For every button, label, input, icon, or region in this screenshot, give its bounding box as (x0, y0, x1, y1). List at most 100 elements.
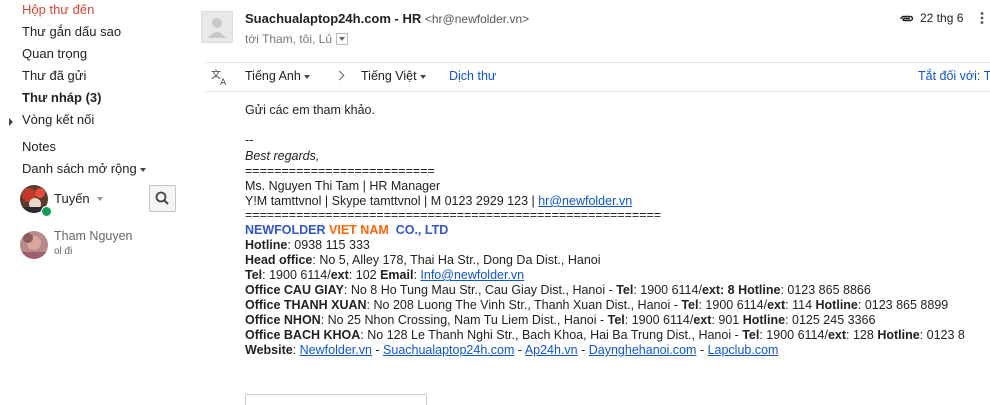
sender-avatar (201, 11, 233, 43)
translate-message-link[interactable]: Dịch thư (449, 69, 496, 83)
office-line: Office BACH KHOA: No 128 Le Thanh Nghi S… (245, 328, 965, 342)
target-language-select[interactable]: Tiếng Việt (361, 69, 426, 83)
sidebar-item-circles[interactable]: Vòng kết nối (22, 112, 94, 127)
tel-label: Tel (616, 283, 634, 297)
office-address: : No 8 Ho Tung Mau Str., Cau Giay Dist.,… (343, 283, 617, 297)
website-line: Website: Newfolder.vn - Suachualaptop24h… (245, 343, 778, 357)
website-sep: : (292, 343, 300, 357)
website-link[interactable]: Lapclub.com (708, 343, 779, 357)
ext-label: ext (330, 268, 349, 282)
source-language-select[interactable]: Tiếng Anh (245, 69, 310, 83)
office-name: Office CAU GIAY (245, 283, 344, 297)
website-link[interactable]: Suachualaptop24h.com (383, 343, 514, 357)
greeting: Gửi các em tham khảo. (245, 103, 375, 117)
tel-value: : 1900 6114/ (633, 283, 702, 297)
sender-email: <hr@newfolder.vn> (424, 12, 530, 26)
office-name: Office NHON (245, 313, 321, 327)
contact-name: Tham Nguyen (54, 229, 133, 243)
signature-regards: Best regards, (245, 149, 320, 163)
reply-box[interactable] (245, 394, 427, 405)
hotline-value: : 0123 865 8899 (857, 298, 949, 312)
message-date: 22 thg 6 (920, 11, 964, 25)
office-line: Office CAU GIAY: No 8 Ho Tung Mau Str., … (245, 283, 871, 297)
office-line: Office NHON: No 25 Nhon Crossing, Nam Tu… (245, 313, 875, 327)
sidebar: Hộp thư đến Thư gắn dấu sao Quan trọng T… (0, 0, 190, 401)
office-name: Office THANH XUAN (245, 298, 367, 312)
tel-value: : 1900 6114/ (759, 328, 828, 342)
chevron-down-icon[interactable] (97, 197, 103, 201)
head-office-value: : No 5, Alley 178, Thai Ha Str., Dong Da… (312, 253, 601, 267)
ext-value: : 8 (720, 283, 739, 297)
hotline-label: Hotline (738, 283, 781, 297)
head-office-label: Head office (245, 253, 313, 267)
ext-label: ext (827, 328, 847, 342)
website-joiner: - (577, 343, 589, 357)
ext-label: ext (767, 298, 786, 312)
info-email-link[interactable]: Info@newfolder.vn (420, 268, 524, 282)
sidebar-item-more[interactable]: Danh sách mở rộng (22, 161, 146, 176)
signature-email-link[interactable]: hr@newfolder.vn (538, 194, 632, 208)
sidebar-item-drafts[interactable]: Thư nháp (3) (22, 90, 101, 105)
chat-status-self[interactable]: Tuyến (20, 185, 140, 217)
hotline-label: Hotline (245, 238, 288, 252)
hotline-label: Hotline (815, 298, 858, 312)
email-label: Email (380, 268, 414, 282)
hotline-label: Hotline (742, 313, 786, 327)
arrow-right-icon (334, 70, 345, 81)
translate-bar: 文 A Tiếng Anh Tiếng Việt Dịch thư Tắt đố… (205, 62, 990, 92)
signature-dashes: -- (245, 133, 254, 147)
sidebar-item-starred[interactable]: Thư gắn dấu sao (22, 24, 121, 39)
office-name: Office BACH KHOA (245, 328, 361, 342)
turn-off-translate-link[interactable]: Tắt đối với: T (918, 69, 990, 83)
tel-value: : 1900 6114/ (624, 313, 694, 327)
show-details-icon[interactable] (336, 32, 349, 45)
translate-icon: 文 A (211, 68, 227, 87)
tel-line: Tel: 1900 6114/ext: 102 Email: Info@newf… (245, 268, 524, 282)
ext-value: : 114 (785, 298, 816, 312)
chat-contact[interactable]: Tham Nguyen ol đi (20, 229, 180, 263)
signature-contacts: Y!M tamttvnol | Skype tamttvnol | M 0123… (245, 194, 632, 208)
tel-label: Tel (245, 268, 263, 282)
hotline-value: : 0125 245 3366 (785, 313, 876, 327)
tel-value: : 1900 6114/ (262, 268, 331, 282)
hotline-value: : 0938 115 333 (287, 238, 370, 252)
signature-separator: ========================== (245, 164, 435, 178)
source-language-label: Tiếng Anh (245, 69, 301, 83)
chevron-down-icon (303, 74, 310, 79)
more-options-icon[interactable] (975, 11, 989, 25)
ext-label: ext (701, 283, 721, 297)
signature-separator: ========================================… (245, 208, 662, 222)
search-people-button[interactable] (149, 185, 176, 212)
attachment-icon (900, 15, 914, 22)
signature-contacts-text: Y!M tamttvnol | Skype tamttvnol | M 0123… (245, 194, 539, 208)
expand-circles-icon[interactable] (9, 118, 13, 126)
search-icon (155, 191, 169, 205)
head-office-line: Head office: No 5, Alley 178, Thai Ha St… (245, 253, 601, 267)
sidebar-item-sent[interactable]: Thư đã gửi (22, 68, 86, 83)
sender-line: Suachualaptop24h.com - HR <hr@newfolder.… (245, 11, 529, 26)
company-name-part: VIET NAM (329, 223, 389, 237)
sidebar-item-important[interactable]: Quan trọng (22, 46, 87, 61)
message-view: Suachualaptop24h.com - HR <hr@newfolder.… (190, 0, 990, 405)
contact-status: ol đi (54, 246, 73, 257)
online-status-icon (41, 206, 52, 217)
website-joiner: - (371, 343, 384, 357)
ext-value: : 128 (846, 328, 878, 342)
website-link[interactable]: Ap24h.vn (525, 343, 578, 357)
tel-label: Tel (607, 313, 625, 327)
company-name-part: NEWFOLDER (245, 223, 330, 237)
website-link[interactable]: Daynghehanoi.com (589, 343, 697, 357)
tel-label: Tel (742, 328, 760, 342)
chat-user-name: Tuyến (54, 191, 90, 206)
company-name-part: CO., LTD (388, 223, 449, 237)
hotline-value: : 0123 8 (919, 328, 965, 342)
ext-label: ext (693, 313, 712, 327)
website-link[interactable]: Newfolder.vn (300, 343, 372, 357)
svg-text:A: A (220, 78, 227, 87)
sidebar-item-inbox[interactable]: Hộp thư đến (22, 2, 94, 17)
sidebar-item-notes[interactable]: Notes (22, 139, 56, 154)
office-address: : No 25 Nhon Crossing, Nam Tu Liem Dist.… (320, 313, 608, 327)
recipients-text: tới Tham, tôi, Lủ (245, 32, 333, 46)
sender-name[interactable]: Suachualaptop24h.com - HR (245, 11, 421, 26)
ext-value: : 102 (348, 268, 381, 282)
